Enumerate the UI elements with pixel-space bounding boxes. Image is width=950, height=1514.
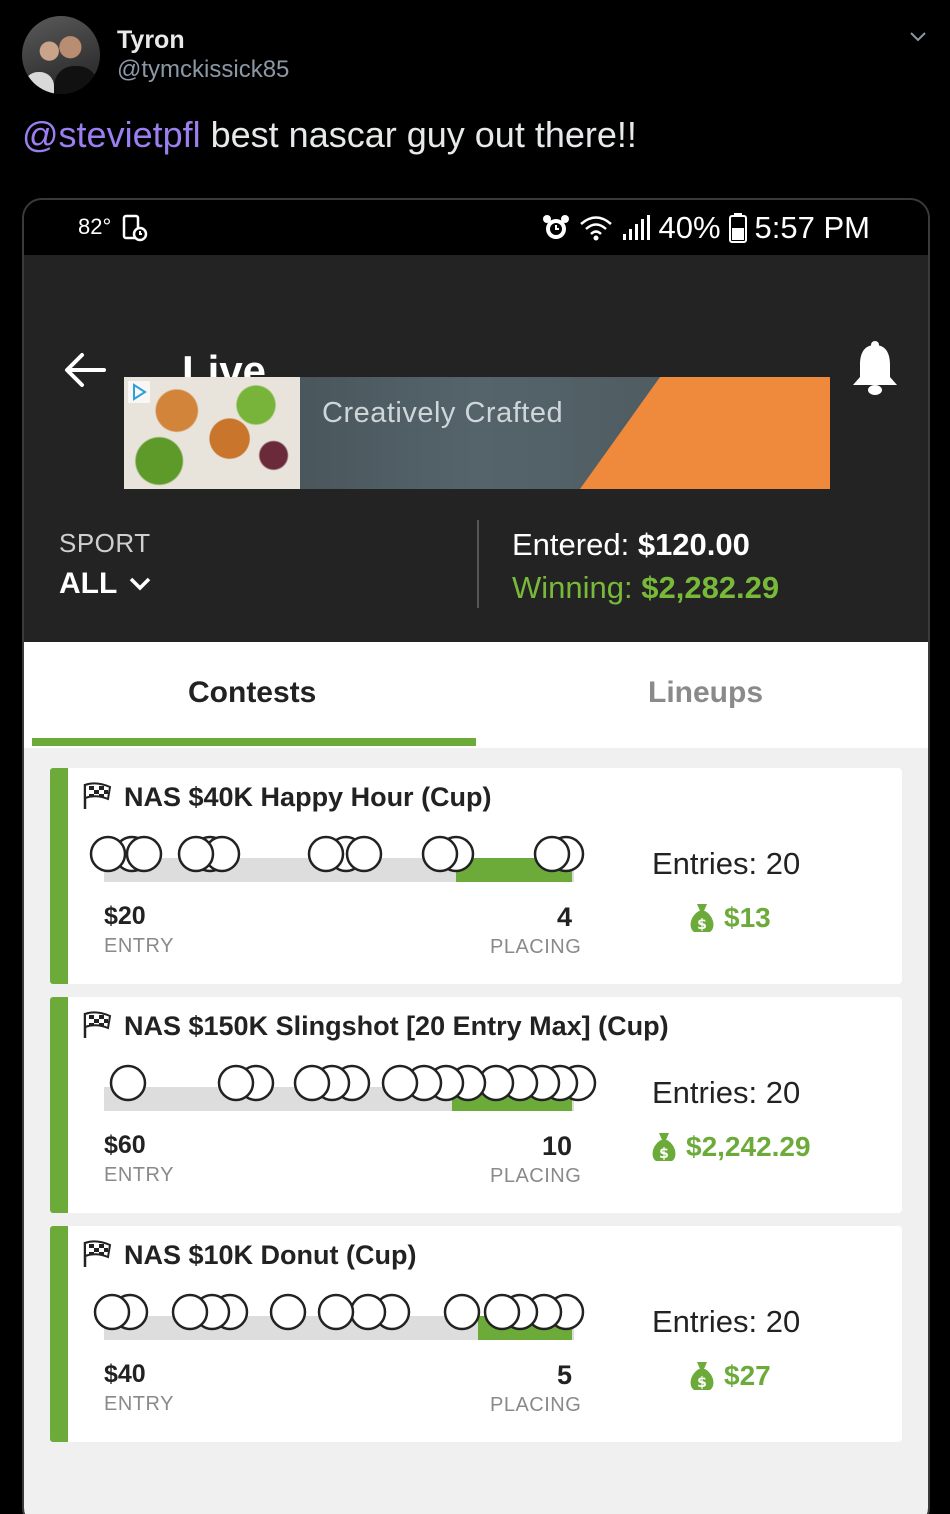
back-arrow-icon[interactable] <box>64 352 106 388</box>
user-name[interactable]: Tyron <box>117 26 185 55</box>
contest-card[interactable]: NAS $40K Happy Hour (Cup) $20 ENTRY 4 PL… <box>50 768 902 984</box>
prize: $27 <box>688 1360 771 1392</box>
entry-label: ENTRY <box>104 1164 174 1186</box>
checkered-flag-icon <box>83 1240 112 1268</box>
entries-count: Entries: 20 <box>652 846 801 881</box>
entries-count: Entries: 20 <box>652 1304 801 1339</box>
bell-icon[interactable] <box>850 341 900 397</box>
prize-amount: $13 <box>724 902 771 933</box>
card-accent <box>50 768 68 984</box>
mention-link[interactable]: @stevietpfl <box>22 114 201 155</box>
contest-title: NAS $150K Slingshot [20 Entry Max] (Cup) <box>124 1011 669 1041</box>
temperature: 82° <box>78 214 112 239</box>
winning-label: Winning: <box>512 570 633 605</box>
battery-icon <box>728 213 747 243</box>
wifi-icon <box>579 216 612 241</box>
entry-amount: $20 <box>104 902 146 930</box>
money-bag-icon <box>652 1133 676 1162</box>
placing-label: PLACING <box>490 1165 582 1187</box>
entry-amount: $60 <box>104 1131 146 1159</box>
placing-label: PLACING <box>490 1394 582 1416</box>
sport-value: ALL <box>59 567 118 600</box>
tab-bar: Contests Lineups <box>24 642 928 748</box>
entered-label: Entered: <box>512 527 630 562</box>
tweet-body: best nascar guy out there!! <box>200 114 637 155</box>
prize-amount: $27 <box>724 1360 771 1391</box>
user-handle[interactable]: @tymckissick85 <box>117 56 289 84</box>
tweet-text: @stevietpfl best nascar guy out there!! <box>22 114 637 156</box>
battery-percent: 40% <box>658 210 721 245</box>
checkered-flag-icon <box>83 1011 112 1039</box>
ad-accent-shape <box>580 377 830 489</box>
placing-label: PLACING <box>490 936 582 958</box>
phone-screenshot: 82° 40% 5:57 PM Live Creatively Crafted … <box>22 198 930 1514</box>
lineup-markers <box>109 1064 597 1102</box>
contest-card[interactable]: NAS $150K Slingshot [20 Entry Max] (Cup)… <box>50 997 902 1213</box>
sport-dropdown[interactable]: ALL <box>59 567 151 601</box>
placing-value: 5 <box>556 1360 572 1390</box>
entry-label: ENTRY <box>104 1393 174 1415</box>
entered-value: $120.00 <box>637 527 750 562</box>
app-header: Live Creatively Crafted SPORT ALL Entere… <box>24 255 928 642</box>
ad-headline: Creatively Crafted <box>322 397 564 429</box>
content-area: Contests Lineups NAS $40K Happy Hour (Cu… <box>24 642 928 1514</box>
winning-value: $2,282.29 <box>641 570 780 605</box>
lineup-markers <box>93 1293 585 1331</box>
prize: $13 <box>688 902 771 934</box>
entered-summary: Entered: $120.00 <box>512 527 750 563</box>
chevron-down-icon[interactable] <box>908 26 928 46</box>
sport-label: SPORT <box>59 528 151 558</box>
prize: $2,242.29 <box>650 1131 811 1163</box>
alarm-icon <box>542 215 569 239</box>
money-bag-icon <box>690 1362 714 1391</box>
prize-amount: $2,242.29 <box>686 1131 811 1162</box>
avatar[interactable] <box>22 16 100 94</box>
card-accent <box>50 1226 68 1442</box>
status-icons: 40% 5:57 PM <box>541 210 870 246</box>
tab-lineups[interactable]: Lineups <box>648 676 763 710</box>
tab-contests[interactable]: Contests <box>188 676 316 710</box>
tweet-header: Tyron @tymckissick85 <box>22 16 928 96</box>
active-tab-indicator <box>32 738 476 746</box>
contest-card[interactable]: NAS $10K Donut (Cup) $40 ENTRY 5 PLACING… <box>50 1226 902 1442</box>
entry-amount: $40 <box>104 1360 146 1388</box>
chevron-down-icon <box>130 577 151 591</box>
screenshot-icon <box>122 214 148 242</box>
lineup-markers <box>89 835 585 873</box>
contest-title: NAS $10K Donut (Cup) <box>124 1240 417 1270</box>
contest-title: NAS $40K Happy Hour (Cup) <box>124 782 492 812</box>
clock: 5:57 PM <box>754 210 870 245</box>
ad-banner[interactable]: Creatively Crafted <box>124 377 830 489</box>
divider <box>477 520 479 608</box>
placing-value: 4 <box>556 902 572 932</box>
entries-count: Entries: 20 <box>652 1075 801 1110</box>
entry-label: ENTRY <box>104 935 174 957</box>
ad-food-image <box>124 377 300 489</box>
status-bar: 82° 40% 5:57 PM <box>24 200 928 255</box>
card-accent <box>50 997 68 1213</box>
winning-summary: Winning: $2,282.29 <box>512 570 779 606</box>
money-bag-icon <box>690 904 714 933</box>
adchoices-icon[interactable] <box>128 381 150 403</box>
signal-icon <box>622 215 650 240</box>
placing-value: 10 <box>541 1131 572 1161</box>
checkered-flag-icon <box>83 782 112 810</box>
